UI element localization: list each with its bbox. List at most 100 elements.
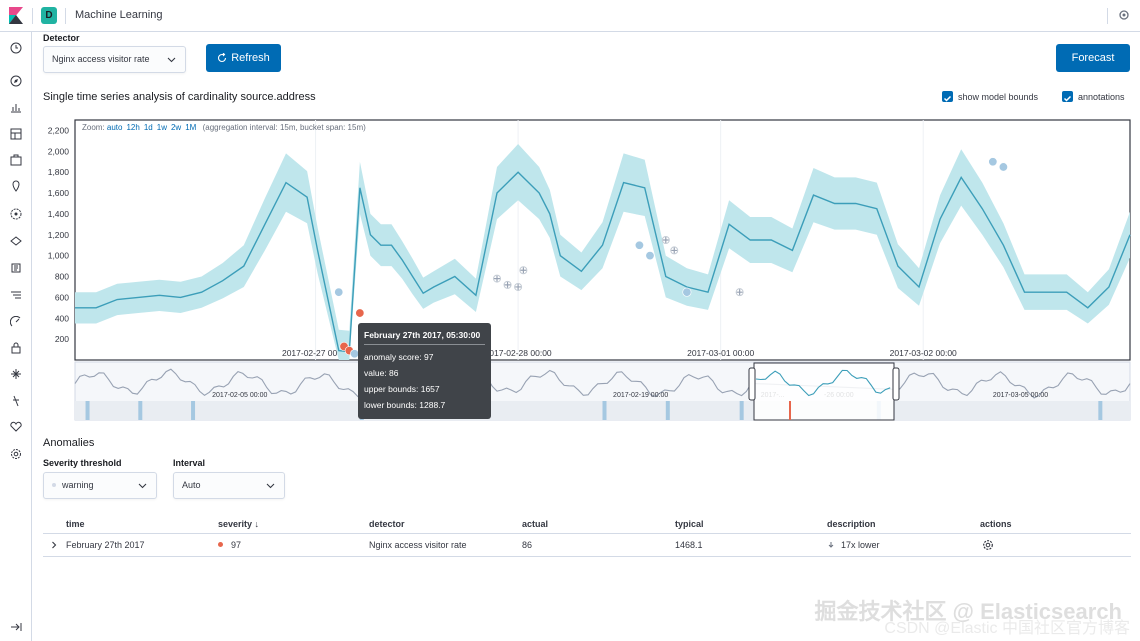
brush-selection[interactable] — [753, 362, 895, 421]
context-selected-line — [755, 369, 891, 397]
clock-icon[interactable] — [10, 42, 22, 54]
anomaly-markers[interactable] — [334, 157, 1008, 359]
visualize-icon[interactable] — [10, 101, 22, 113]
critical-anomaly-marker[interactable] — [339, 341, 349, 351]
low-anomaly-marker[interactable] — [682, 287, 692, 297]
y-tick-label: 2,000 — [48, 146, 70, 156]
annotation-marker-ring — [503, 280, 512, 289]
annotation-plus-marker[interactable] — [515, 283, 522, 290]
show-model-bounds-checkbox[interactable] — [942, 91, 953, 102]
column-header-description[interactable]: description — [827, 519, 876, 529]
column-header-typical[interactable]: typical — [675, 519, 704, 529]
low-anomaly-marker[interactable] — [988, 157, 998, 167]
kibana-logo-icon[interactable] — [8, 7, 24, 25]
tooltip-value: value: 86 — [364, 368, 399, 378]
check-icon — [1063, 95, 1072, 102]
annotation-plus-marker[interactable] — [736, 289, 743, 296]
severity-header-text: severity — [218, 519, 253, 529]
x-tick-label: 2017-03-01 00:00 — [687, 348, 754, 358]
siem-lock-icon[interactable] — [10, 342, 22, 354]
chevron-down-icon — [167, 57, 176, 63]
zoom-1w[interactable]: 1w — [157, 123, 167, 132]
uptime-icon[interactable] — [10, 316, 22, 328]
watermark-subtext: CSDN @Elastic 中国社区官方博客 — [884, 620, 1130, 637]
row-severity-score: 97 — [231, 540, 242, 550]
critical-anomaly-marker[interactable] — [355, 308, 365, 318]
row-detector: Nginx access visitor rate — [369, 540, 467, 550]
low-anomaly-marker[interactable] — [350, 349, 360, 359]
tooltip-anomaly-score: anomaly score: 97 — [364, 352, 434, 362]
canvas-icon[interactable] — [10, 154, 22, 166]
stack-monitoring-icon[interactable] — [10, 395, 22, 407]
metric-value-line — [75, 171, 1131, 353]
annotation-plus-marker[interactable] — [671, 247, 678, 254]
annotation-plus-marker[interactable] — [520, 267, 527, 274]
refresh-button[interactable]: Refresh — [206, 44, 281, 72]
annotations-checkbox[interactable] — [1062, 91, 1073, 102]
dashboard-icon[interactable] — [10, 128, 22, 140]
space-avatar[interactable]: D — [41, 7, 57, 24]
zoom-1d[interactable]: 1d — [144, 123, 153, 132]
maps-icon[interactable] — [10, 180, 22, 192]
tooltip-divider — [364, 344, 485, 345]
y-tick-label: 1,400 — [48, 209, 70, 219]
model-bounds-band — [75, 144, 1130, 360]
annotations-label[interactable]: annotations — [1078, 92, 1125, 102]
brush-handle-right[interactable] — [892, 367, 900, 401]
context-chart-frame — [74, 361, 1131, 421]
logs-icon[interactable] — [10, 262, 22, 274]
low-anomaly-marker[interactable] — [334, 287, 344, 297]
annotation-marker-ring — [493, 274, 501, 283]
aggregation-note: (aggregation interval: 15m, bucket span:… — [202, 123, 366, 132]
low-anomaly-marker[interactable] — [998, 162, 1008, 172]
y-tick-label: 1,600 — [48, 188, 70, 198]
severity-threshold-label: Severity threshold — [43, 458, 122, 468]
y-tick-label: 400 — [55, 313, 69, 323]
severity-threshold-select[interactable]: warning — [43, 472, 157, 499]
annotation-plus-marker[interactable] — [504, 281, 511, 288]
zoom-auto[interactable]: auto — [107, 123, 123, 132]
breadcrumb-app-title[interactable]: Machine Learning — [75, 9, 162, 21]
show-model-bounds-label[interactable]: show model bounds — [958, 92, 1038, 102]
detector-select[interactable]: Nginx access visitor rate — [43, 46, 186, 73]
low-anomaly-marker[interactable] — [645, 251, 655, 261]
chevron-down-icon — [138, 483, 147, 489]
management-gear-icon[interactable] — [10, 448, 22, 460]
swimlane-low-cell — [191, 401, 196, 420]
heartbeat-icon[interactable] — [10, 421, 22, 433]
annotation-plus-marker[interactable] — [494, 275, 500, 282]
zoom-controls: Zoom: auto 12h 1d 1w 2w 1M (aggregation inter… — [82, 123, 366, 132]
row-actions-gear-icon[interactable] — [982, 539, 994, 551]
annotation-marker-ring — [519, 266, 528, 275]
x-tick-label: 2017-02-28 00:00 — [485, 348, 552, 358]
apm-icon[interactable] — [10, 289, 22, 301]
discover-compass-icon[interactable] — [10, 75, 22, 87]
annotation-marker-ring — [670, 246, 679, 255]
low-anomaly-marker[interactable] — [634, 240, 644, 250]
swimlane-low-cell — [85, 401, 90, 420]
forecast-button[interactable]: Forecast — [1056, 44, 1130, 72]
column-header-detector[interactable]: detector — [369, 519, 405, 529]
column-header-severity[interactable]: severity ↓ — [218, 519, 259, 529]
swimlane-low-cell — [1098, 401, 1103, 420]
interval-select[interactable]: Auto — [173, 472, 285, 499]
annotation-plus-marker[interactable] — [662, 237, 669, 243]
zoom-2w[interactable]: 2w — [171, 123, 181, 132]
critical-anomaly-marker[interactable] — [344, 346, 354, 356]
zoom-1m[interactable]: 1M — [185, 123, 196, 132]
zoom-12h[interactable]: 12h — [126, 123, 139, 132]
expand-row-chevron-icon[interactable] — [50, 541, 58, 549]
context-x-tick-label: 2017-03-05 00:00 — [993, 392, 1048, 399]
collapse-nav-icon[interactable] — [10, 621, 22, 633]
brush-handle-left[interactable] — [748, 367, 756, 401]
top-nav-bar: D Machine Learning — [0, 0, 1140, 32]
machine-learning-icon[interactable] — [10, 208, 22, 220]
severity-threshold-value: warning — [62, 480, 94, 490]
dev-tools-icon[interactable] — [10, 368, 22, 380]
anomaly-tooltip: February 27th 2017, 05:30:00 anomaly sco… — [358, 323, 491, 419]
column-header-time[interactable]: time — [66, 519, 85, 529]
column-header-actual[interactable]: actual — [522, 519, 548, 529]
settings-gear-icon[interactable] — [1118, 9, 1130, 21]
divider — [32, 8, 33, 24]
infrastructure-icon[interactable] — [10, 235, 22, 247]
